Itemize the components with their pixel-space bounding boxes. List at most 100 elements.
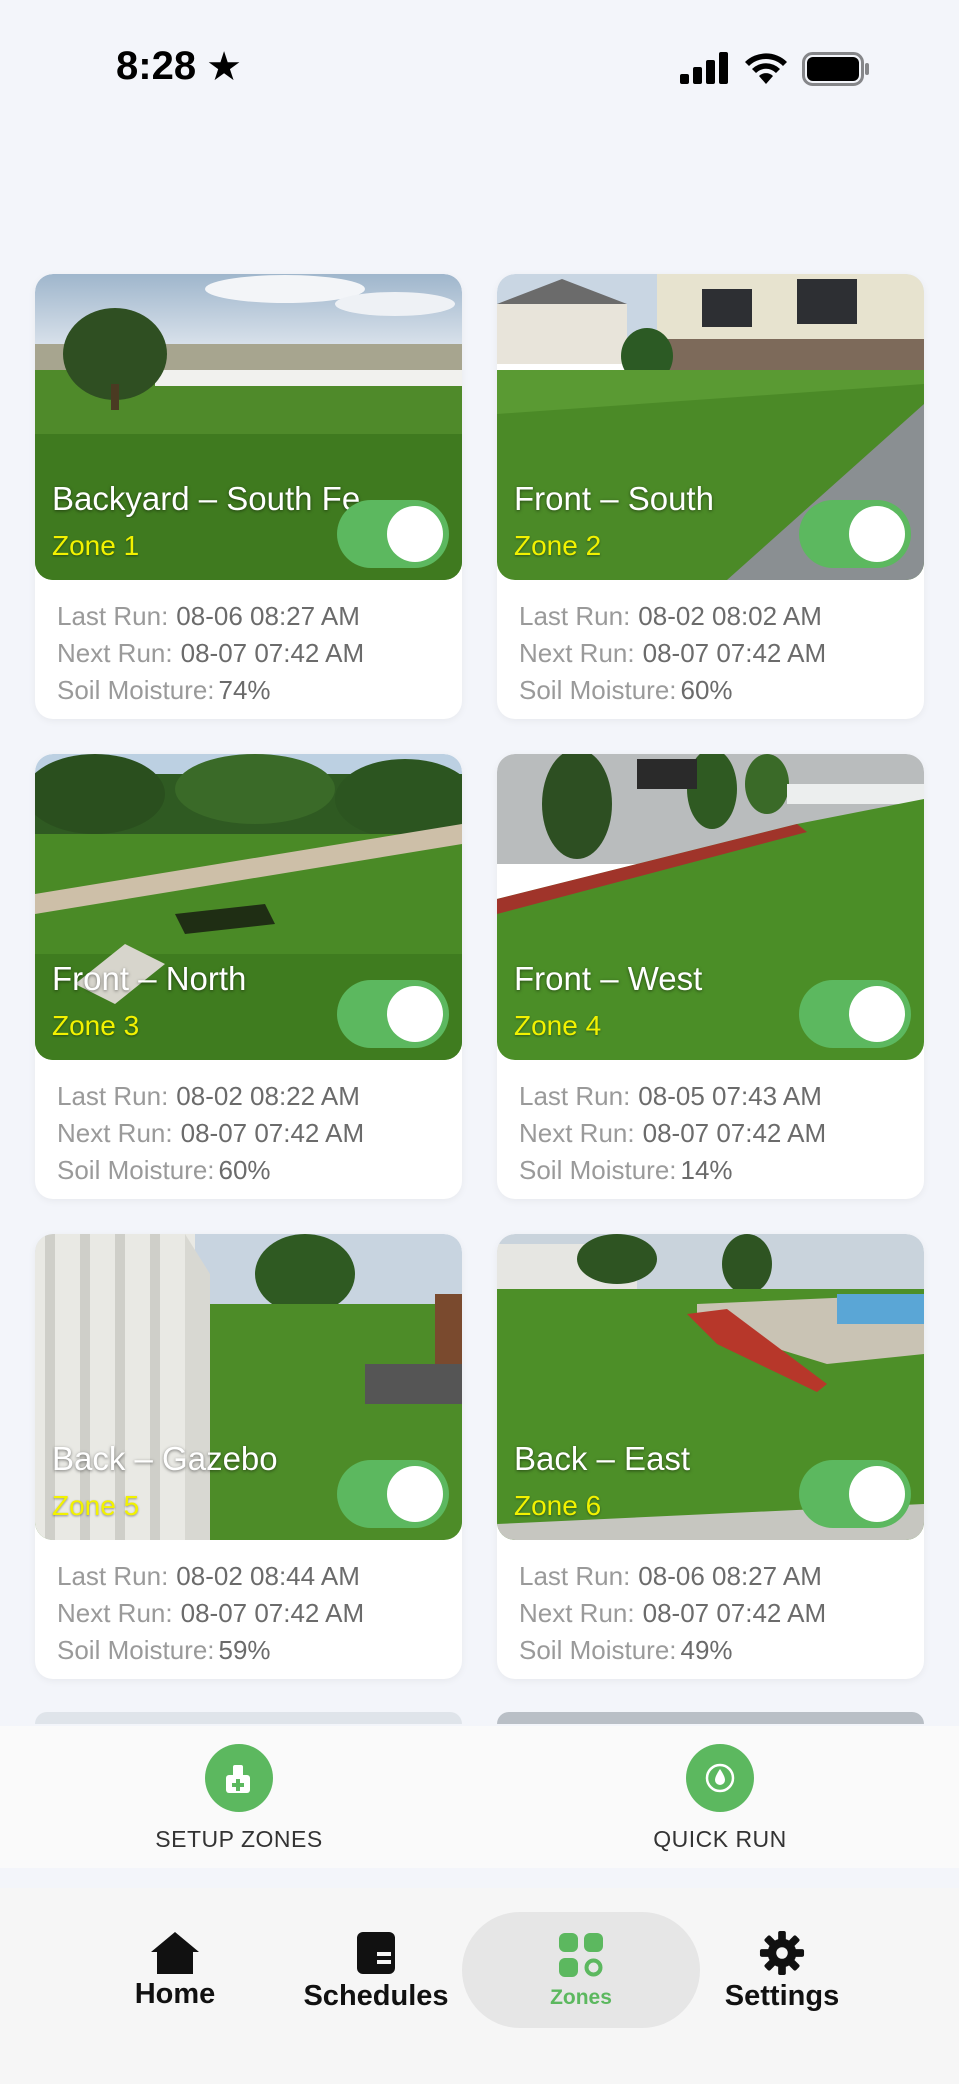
soil-moisture-value: 49% [680,1635,733,1665]
last-run-label: Last Run: [519,1561,631,1591]
next-run-label: Next Run: [57,1118,173,1148]
zone-photo: Front – South Zone 2 [497,274,924,580]
zone-photo: Back – East Zone 6 [497,1234,924,1540]
nav-label-home: Home [134,1978,216,2010]
zone-toggle[interactable] [799,980,911,1048]
battery-icon [802,52,869,86]
zone-card[interactable]: Back – Gazebo Zone 5 Last Run: 08-02 08:4… [35,1234,462,1679]
grid-icon [559,1933,603,1977]
last-run-value: 08-06 08:27 AM [176,601,360,631]
last-run-value: 08-05 07:43 AM [638,1081,822,1111]
gear-icon [759,1930,805,1976]
toggle-knob [387,506,443,562]
clock-text: 8:28 [116,44,197,88]
toggle-knob [849,986,905,1042]
next-run-label: Next Run: [519,1598,635,1628]
zone-name: Front – North [52,960,247,997]
zone-photo: Front – West Zone 4 [497,754,924,1060]
zone-number: Zone 3 [52,1010,140,1041]
soil-moisture-label: Soil Moisture: [519,675,677,705]
nav-label-schedules: Schedules [303,1980,449,2012]
last-run-label: Last Run: [519,601,631,631]
zone-card[interactable]: Back – East Zone 6 Last Run: 08-06 08:27 … [497,1234,924,1679]
zone-card[interactable]: Backyard – South Fe Zone 1 Last Run: 08-0… [35,274,462,719]
quick-run-label: QUICK RUN [653,1826,787,1852]
toggle-knob [387,986,443,1042]
last-run-label: Last Run: [519,1081,631,1111]
status-bar: 8:28 ★ [0,0,959,140]
next-run-value: 08-07 07:42 AM [180,1598,365,1628]
last-run-value: 08-02 08:22 AM [176,1081,360,1111]
soil-moisture-label: Soil Moisture: [519,1635,677,1665]
zone-name: Back – Gazebo [52,1440,278,1477]
zone-number: Zone 5 [52,1490,140,1521]
zone-toggle[interactable] [337,500,449,568]
next-run-label: Next Run: [57,1598,173,1628]
soil-moisture-label: Soil Moisture: [519,1155,677,1185]
next-run-label: Next Run: [57,638,173,668]
house-icon [151,1932,199,1974]
zone-number: Zone 6 [514,1490,602,1521]
soil-moisture-value: 59% [218,1635,271,1665]
soil-moisture-value: 74% [218,675,271,705]
setup-zones-label: SETUP ZONES [155,1826,323,1852]
quick-run-button[interactable]: QUICK RUN [600,1744,840,1853]
zone-card-peek [497,1712,924,1724]
toggle-knob [849,506,905,562]
zone-card[interactable]: Front – North Zone 3 Last Run: 08-02 08:2… [35,754,462,1199]
nav-item-home[interactable]: Home [130,1930,220,2011]
last-run-label: Last Run: [57,601,169,631]
next-run-value: 08-07 07:42 AM [180,638,365,668]
setup-zones-button[interactable]: SETUP ZONES [119,1744,359,1853]
next-run-label: Next Run: [519,638,635,668]
zone-number: Zone 4 [514,1010,602,1041]
zone-card[interactable]: Front – West Zone 4 Last Run: 08-05 07:43… [497,754,924,1199]
bottom-nav: Home Schedules Zones Settings [0,1888,959,2084]
zone-number: Zone 2 [514,530,602,561]
last-run-value: 08-02 08:02 AM [638,601,822,631]
zone-name: Backyard – South Fe [52,480,361,517]
zone-number: Zone 1 [52,530,140,561]
soil-moisture-value: 60% [680,675,733,705]
toggle-knob [387,1466,443,1522]
zone-info: Last Run: 08-06 08:27 AM Next Run: 08-07 0… [35,580,462,709]
zone-info: Last Run: 08-05 07:43 AM Next Run: 08-07 0… [497,1060,924,1189]
zone-toggle[interactable] [337,980,449,1048]
nav-item-settings[interactable]: Settings [720,1930,844,2013]
last-run-label: Last Run: [57,1081,169,1111]
next-run-value: 08-07 07:42 AM [180,1118,365,1148]
zone-info: Last Run: 08-02 08:22 AM Next Run: 08-07 0… [35,1060,462,1189]
zone-name: Front – South [514,480,714,517]
zone-name: Front – West [514,960,703,997]
zone-photo: Backyard – South Fe Zone 1 [35,274,462,580]
nav-item-schedules[interactable]: Schedules [296,1930,456,2013]
nav-label-zones: Zones [550,1986,612,2009]
soil-moisture-value: 60% [218,1155,271,1185]
cellular-signal-icon [680,52,728,84]
zone-toggle[interactable] [799,500,911,568]
zones-grid: Backyard – South Fe Zone 1 Last Run: 08-0… [35,274,924,1679]
star-icon: ★ [206,44,242,89]
zone-info: Last Run: 08-02 08:44 AM Next Run: 08-07 0… [35,1540,462,1669]
soil-moisture-value: 14% [680,1155,733,1185]
zone-info: Last Run: 08-02 08:02 AM Next Run: 08-07 0… [497,580,924,709]
soil-moisture-label: Soil Moisture: [57,1155,215,1185]
nav-label-settings: Settings [724,1980,840,2012]
wifi-icon [745,53,787,84]
zone-toggle[interactable] [337,1460,449,1528]
last-run-value: 08-06 08:27 AM [638,1561,822,1591]
next-run-value: 08-07 07:42 AM [642,1598,827,1628]
toggle-knob [849,1466,905,1522]
zone-info: Last Run: 08-06 08:27 AM Next Run: 08-07 0… [497,1540,924,1669]
zone-card[interactable]: Front – South Zone 2 Last Run: 08-02 08:0… [497,274,924,719]
calendar-icon [357,1932,395,1974]
next-run-value: 08-07 07:42 AM [642,1118,827,1148]
nav-item-zones[interactable]: Zones [536,1932,626,2010]
last-run-label: Last Run: [57,1561,169,1591]
next-run-value: 08-07 07:42 AM [642,638,827,668]
soil-moisture-label: Soil Moisture: [57,1635,215,1665]
zone-card-peek [35,1712,462,1724]
zone-toggle[interactable] [799,1460,911,1528]
action-bar: SETUP ZONES QUICK RUN [0,1726,959,1868]
status-time: 8:28 ★ [116,44,242,89]
